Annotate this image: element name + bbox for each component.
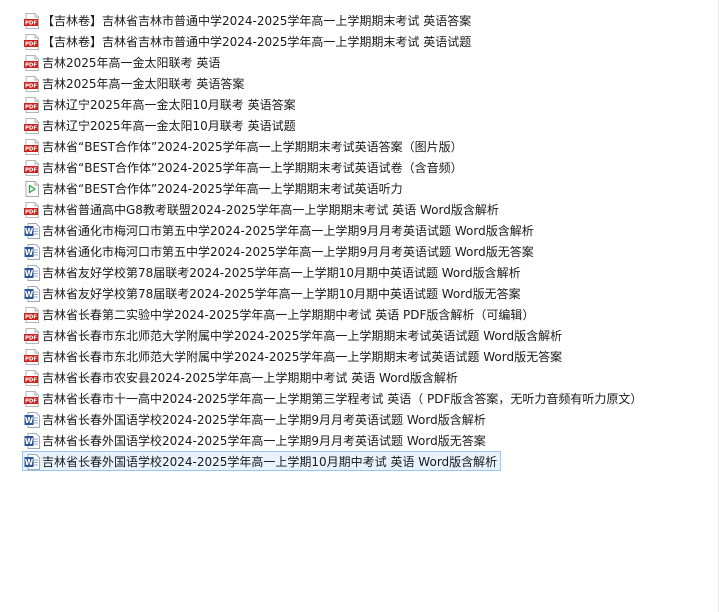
svg-text:PDF: PDF: [25, 335, 37, 341]
file-item[interactable]: PDF 吉林省普通高中G8教考联盟2024-2025学年高一上学期期末考试 英语…: [0, 199, 719, 220]
svg-text:PDF: PDF: [25, 125, 37, 131]
file-name: 吉林省友好学校第78届联考2024-2025学年高一上学期10月期中英语试题 W…: [42, 265, 521, 280]
file-item[interactable]: PDF 吉林省长春市农安县2024-2025学年高一上学期期中考试 英语 Wor…: [0, 367, 719, 388]
file-name: 吉林省“BEST合作体”2024-2025学年高一上学期期末考试英语答案（图片版…: [42, 139, 463, 154]
svg-text:PDF: PDF: [25, 104, 37, 110]
pdf-icon: PDF: [24, 33, 40, 50]
file-item[interactable]: PDF 吉林省长春市十一高中2024-2025学年高一上学期第三学程考试 英语（…: [0, 388, 719, 409]
file-name: 吉林省通化市梅河口市第五中学2024-2025学年高一上学期9月月考英语试题 W…: [42, 244, 534, 259]
pdf-icon: PDF: [24, 369, 40, 386]
file-item[interactable]: W 吉林省友好学校第78届联考2024-2025学年高一上学期10月期中英语试题…: [0, 283, 719, 304]
file-item[interactable]: W 吉林省友好学校第78届联考2024-2025学年高一上学期10月期中英语试题…: [0, 262, 719, 283]
pdf-icon: PDF: [24, 201, 40, 218]
file-name: 吉林省长春市农安县2024-2025学年高一上学期期中考试 英语 Word版含解…: [42, 370, 458, 385]
svg-text:W: W: [25, 458, 34, 467]
file-name: 吉林省通化市梅河口市第五中学2024-2025学年高一上学期9月月考英语试题 W…: [42, 223, 534, 238]
svg-text:PDF: PDF: [25, 20, 37, 26]
svg-text:PDF: PDF: [25, 167, 37, 173]
file-item[interactable]: W 吉林省长春外国语学校2024-2025学年高一上学期9月月考英语试题 Wor…: [0, 430, 719, 451]
svg-text:PDF: PDF: [25, 398, 37, 404]
file-item[interactable]: PDF 吉林省长春市东北师范大学附属中学2024-2025学年高一上学期期末考试…: [0, 325, 719, 346]
pdf-icon: PDF: [24, 159, 40, 176]
svg-text:PDF: PDF: [25, 41, 37, 47]
svg-text:W: W: [25, 269, 34, 278]
svg-text:PDF: PDF: [25, 83, 37, 89]
file-item[interactable]: PDF 吉林2025年高一金太阳联考 英语: [0, 52, 719, 73]
svg-text:W: W: [25, 416, 34, 425]
pdf-icon: PDF: [24, 117, 40, 134]
file-item[interactable]: 吉林省“BEST合作体”2024-2025学年高一上学期期末考试英语听力: [0, 178, 719, 199]
file-name: 吉林2025年高一金太阳联考 英语: [42, 55, 221, 70]
svg-text:PDF: PDF: [25, 356, 37, 362]
file-item[interactable]: W 吉林省通化市梅河口市第五中学2024-2025学年高一上学期9月月考英语试题…: [0, 220, 719, 241]
file-name: 吉林省友好学校第78届联考2024-2025学年高一上学期10月期中英语试题 W…: [42, 286, 521, 301]
file-name: 吉林2025年高一金太阳联考 英语答案: [42, 76, 245, 91]
file-name: 吉林省长春外国语学校2024-2025学年高一上学期10月期中考试 英语 Wor…: [42, 454, 498, 469]
file-item[interactable]: PDF 【吉林卷】吉林省吉林市普通中学2024-2025学年高一上学期期末考试 …: [0, 31, 719, 52]
file-item[interactable]: PDF 【吉林卷】吉林省吉林市普通中学2024-2025学年高一上学期期末考试 …: [0, 10, 719, 31]
file-name: 吉林辽宁2025年高一金太阳10月联考 英语答案: [42, 97, 296, 112]
pdf-icon: PDF: [24, 306, 40, 323]
word-icon: W: [24, 285, 40, 302]
svg-text:W: W: [25, 437, 34, 446]
file-name: 吉林省“BEST合作体”2024-2025学年高一上学期期末考试英语听力: [42, 181, 403, 196]
file-item[interactable]: PDF 吉林省长春第二实验中学2024-2025学年高一上学期期中考试 英语 P…: [0, 304, 719, 325]
file-item[interactable]: PDF 吉林辽宁2025年高一金太阳10月联考 英语答案: [0, 94, 719, 115]
audio-icon: [24, 180, 40, 197]
svg-text:W: W: [25, 227, 34, 236]
file-name: 吉林省长春市东北师范大学附属中学2024-2025学年高一上学期期末考试英语试题…: [42, 349, 563, 364]
pdf-icon: PDF: [24, 12, 40, 29]
file-name: 【吉林卷】吉林省吉林市普通中学2024-2025学年高一上学期期末考试 英语答案: [42, 13, 472, 28]
file-item[interactable]: PDF 吉林2025年高一金太阳联考 英语答案: [0, 73, 719, 94]
word-icon: W: [24, 411, 40, 428]
pdf-icon: PDF: [24, 96, 40, 113]
word-icon: W: [24, 432, 40, 449]
file-item[interactable]: PDF 吉林省长春市东北师范大学附属中学2024-2025学年高一上学期期末考试…: [0, 346, 719, 367]
file-name: 吉林省长春外国语学校2024-2025学年高一上学期9月月考英语试题 Word版…: [42, 433, 486, 448]
file-list: PDF 【吉林卷】吉林省吉林市普通中学2024-2025学年高一上学期期末考试 …: [0, 0, 719, 612]
file-name: 【吉林卷】吉林省吉林市普通中学2024-2025学年高一上学期期末考试 英语试题: [42, 34, 472, 49]
file-name: 吉林省“BEST合作体”2024-2025学年高一上学期期末考试英语试卷（含音频…: [42, 160, 463, 175]
svg-text:PDF: PDF: [25, 377, 37, 383]
file-name: 吉林省普通高中G8教考联盟2024-2025学年高一上学期期末考试 英语 Wor…: [42, 202, 499, 217]
file-item[interactable]: W 吉林省通化市梅河口市第五中学2024-2025学年高一上学期9月月考英语试题…: [0, 241, 719, 262]
word-icon: W: [24, 222, 40, 239]
svg-text:PDF: PDF: [25, 62, 37, 68]
pdf-icon: PDF: [24, 54, 40, 71]
pdf-icon: PDF: [24, 327, 40, 344]
svg-text:PDF: PDF: [25, 314, 37, 320]
file-name: 吉林省长春第二实验中学2024-2025学年高一上学期期中考试 英语 PDF版含…: [42, 307, 535, 322]
file-name: 吉林省长春外国语学校2024-2025学年高一上学期9月月考英语试题 Word版…: [42, 412, 486, 427]
file-name: 吉林省长春市东北师范大学附属中学2024-2025学年高一上学期期末考试英语试题…: [42, 328, 563, 343]
pdf-icon: PDF: [24, 348, 40, 365]
file-item[interactable]: PDF 吉林省“BEST合作体”2024-2025学年高一上学期期末考试英语答案…: [0, 136, 719, 157]
file-item[interactable]: W 吉林省长春外国语学校2024-2025学年高一上学期9月月考英语试题 Wor…: [0, 409, 719, 430]
file-item[interactable]: W 吉林省长春外国语学校2024-2025学年高一上学期10月期中考试 英语 W…: [0, 451, 719, 472]
svg-text:W: W: [25, 248, 34, 257]
file-item[interactable]: PDF 吉林辽宁2025年高一金太阳10月联考 英语试题: [0, 115, 719, 136]
pdf-icon: PDF: [24, 138, 40, 155]
pdf-icon: PDF: [24, 75, 40, 92]
word-icon: W: [24, 243, 40, 260]
pdf-icon: PDF: [24, 390, 40, 407]
file-name: 吉林辽宁2025年高一金太阳10月联考 英语试题: [42, 118, 296, 133]
svg-text:PDF: PDF: [25, 209, 37, 215]
file-name: 吉林省长春市十一高中2024-2025学年高一上学期第三学程考试 英语（ PDF…: [42, 391, 643, 406]
word-icon: W: [24, 453, 40, 470]
svg-text:PDF: PDF: [25, 146, 37, 152]
word-icon: W: [24, 264, 40, 281]
file-item[interactable]: PDF 吉林省“BEST合作体”2024-2025学年高一上学期期末考试英语试卷…: [0, 157, 719, 178]
svg-text:W: W: [25, 290, 34, 299]
